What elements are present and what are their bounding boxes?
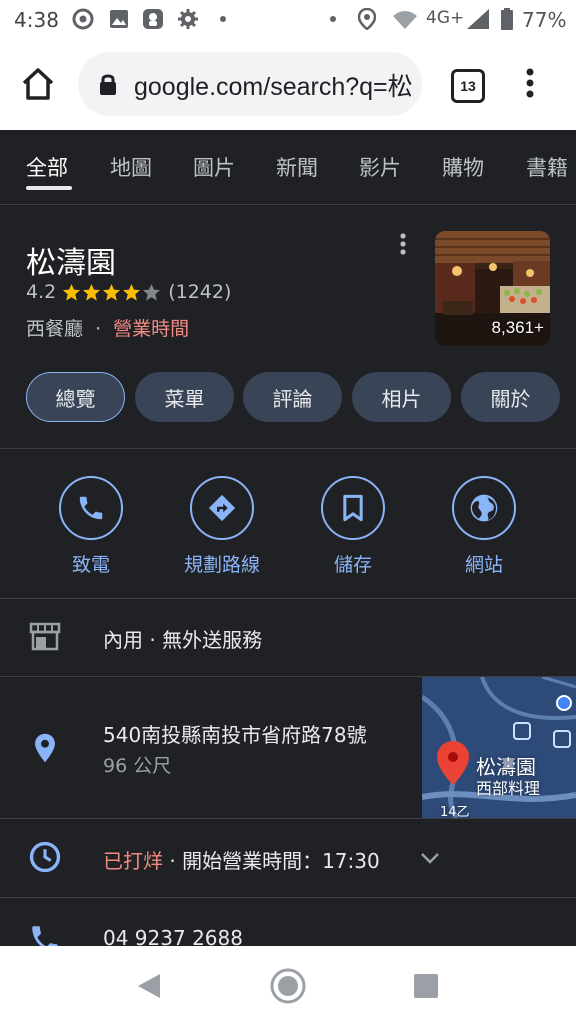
phone-icon[interactable] bbox=[59, 476, 123, 540]
chip-about[interactable]: 關於 bbox=[461, 372, 560, 422]
image-icon bbox=[108, 8, 130, 30]
network-type: 4G+ bbox=[426, 8, 465, 28]
divider bbox=[0, 897, 576, 898]
tab-maps[interactable]: 地圖 bbox=[110, 152, 152, 182]
app-notification-icon bbox=[142, 8, 164, 30]
star-full-icon bbox=[123, 283, 141, 301]
address-line[interactable]: 540南投縣南投市省府路78號 bbox=[103, 719, 367, 748]
hours-detail: · 開始營業時間：17:30 bbox=[169, 849, 380, 873]
place-category: 西餐廳 bbox=[26, 318, 84, 340]
settings-gear-icon bbox=[177, 8, 199, 30]
clock-icon bbox=[28, 840, 62, 874]
star-empty-icon bbox=[143, 283, 161, 301]
dot-icon bbox=[322, 8, 344, 30]
star-rating bbox=[62, 283, 162, 302]
globe-icon[interactable] bbox=[452, 476, 516, 540]
chrome-icon bbox=[72, 8, 94, 30]
more-options-icon[interactable] bbox=[396, 232, 410, 258]
address-distance: 96 公尺 bbox=[103, 755, 172, 777]
divider bbox=[0, 598, 576, 599]
browser-toolbar: google.com/search?q=松 13 bbox=[0, 40, 576, 130]
save-label: 儲存 bbox=[333, 554, 372, 576]
tab-all[interactable]: 全部 bbox=[26, 152, 68, 182]
place-photo[interactable]: 8,361+ bbox=[435, 231, 550, 346]
hours-row[interactable]: 已打烊 · 開始營業時間：17:30 bbox=[103, 845, 380, 874]
category-separator: · bbox=[95, 318, 102, 340]
hours-status: 已打烊 bbox=[103, 849, 163, 873]
system-nav-bar bbox=[0, 946, 576, 1024]
website-action[interactable]: 網站 bbox=[419, 476, 549, 577]
rating-value: 4.2 bbox=[26, 281, 57, 303]
call-action[interactable]: 致電 bbox=[26, 476, 156, 577]
divider bbox=[0, 448, 576, 449]
battery-icon bbox=[500, 8, 514, 30]
bookmark-icon[interactable] bbox=[321, 476, 385, 540]
tab-news[interactable]: 新聞 bbox=[276, 152, 318, 182]
signal-icon bbox=[464, 8, 492, 30]
active-tab-indicator bbox=[26, 186, 72, 190]
home-button-icon[interactable] bbox=[269, 967, 307, 1009]
search-tabs: 全部 地圖 圖片 新聞 影片 購物 書籍 bbox=[0, 130, 576, 205]
service-options: 內用 · 無外送服務 bbox=[103, 628, 263, 652]
chip-photos[interactable]: 相片 bbox=[352, 372, 451, 422]
address-bar[interactable]: google.com/search?q=松 bbox=[78, 52, 422, 116]
photo-count: 8,361+ bbox=[491, 318, 544, 337]
lock-icon bbox=[98, 73, 118, 95]
back-icon[interactable] bbox=[136, 972, 162, 1004]
overflow-menu-icon[interactable] bbox=[520, 66, 540, 102]
place-title: 松濤園 bbox=[26, 246, 116, 281]
rating-row: 4.2 (1242) bbox=[26, 281, 231, 303]
chip-reviews[interactable]: 評論 bbox=[243, 372, 342, 422]
star-full-icon bbox=[83, 283, 101, 301]
home-icon[interactable] bbox=[20, 66, 56, 102]
tab-videos[interactable]: 影片 bbox=[359, 152, 401, 182]
call-label: 致電 bbox=[71, 554, 110, 576]
wifi-icon bbox=[390, 8, 420, 30]
tab-images[interactable]: 圖片 bbox=[193, 152, 235, 182]
battery-level: 77% bbox=[522, 8, 567, 32]
map-road-label: 14乙 bbox=[440, 805, 470, 818]
star-full-icon bbox=[63, 283, 81, 301]
storefront-icon bbox=[28, 620, 62, 654]
hours-link[interactable]: 營業時間 bbox=[113, 318, 189, 340]
url-text[interactable]: google.com/search?q=松 bbox=[134, 67, 422, 103]
location-icon bbox=[356, 8, 378, 30]
directions-action[interactable]: 規劃路線 bbox=[157, 476, 287, 577]
map-place-category: 西部料理 bbox=[476, 779, 541, 798]
chip-overview[interactable]: 總覽 bbox=[26, 372, 125, 422]
recents-icon[interactable] bbox=[413, 973, 439, 1003]
category-row: 西餐廳 · 營業時間 bbox=[26, 314, 189, 341]
status-bar: 4:38 4G+ 77% bbox=[0, 0, 576, 40]
star-full-icon bbox=[103, 283, 121, 301]
directions-label: 規劃路線 bbox=[183, 554, 260, 576]
review-count[interactable]: (1242) bbox=[168, 281, 231, 303]
tab-books[interactable]: 書籍 bbox=[526, 152, 568, 182]
tab-switcher-button[interactable]: 13 bbox=[451, 69, 485, 103]
website-label: 網站 bbox=[464, 554, 503, 576]
location-pin-icon bbox=[28, 731, 62, 765]
directions-icon[interactable] bbox=[190, 476, 254, 540]
map-preview[interactable]: 松濤園 西部料理 14乙 bbox=[422, 677, 576, 818]
divider bbox=[0, 818, 576, 819]
more-notifications-dot-icon bbox=[212, 8, 234, 30]
status-time: 4:38 bbox=[14, 8, 59, 32]
save-action[interactable]: 儲存 bbox=[288, 476, 418, 577]
tab-shopping[interactable]: 購物 bbox=[442, 152, 484, 182]
chip-menu[interactable]: 菜單 bbox=[135, 372, 234, 422]
chevron-down-icon[interactable] bbox=[418, 846, 442, 870]
